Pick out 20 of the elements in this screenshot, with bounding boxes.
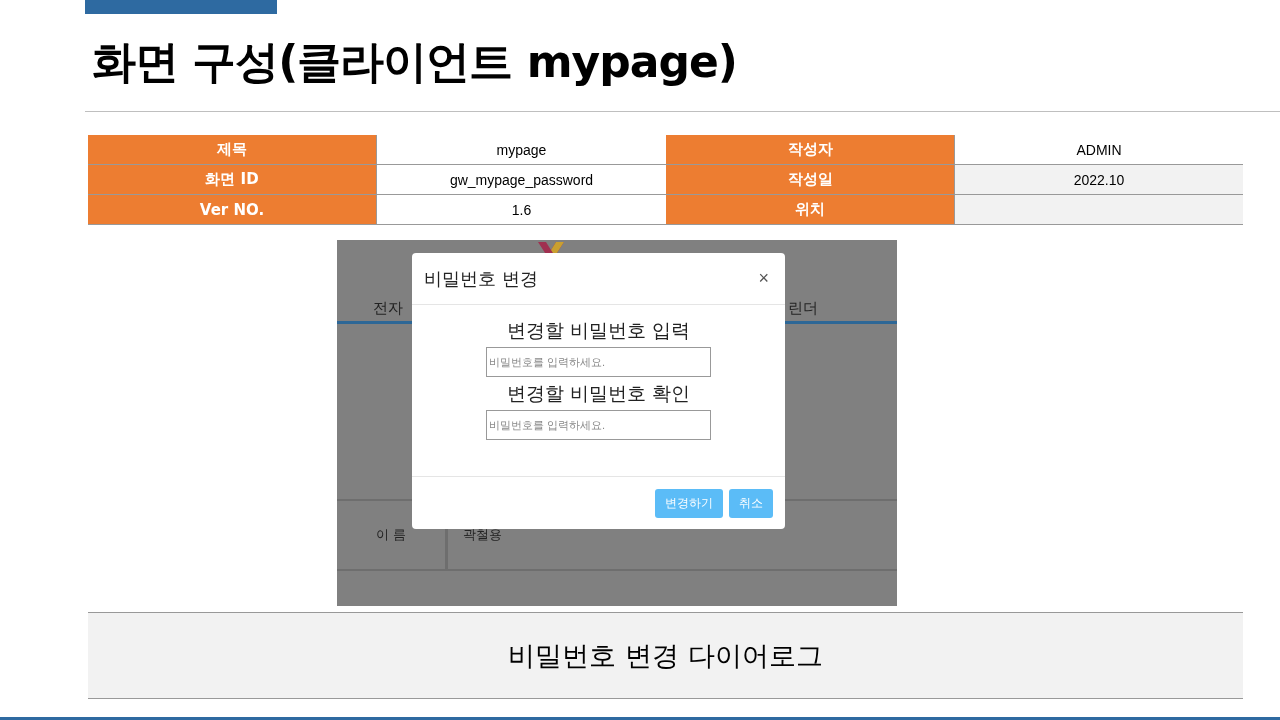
table-header-cell: 작성일 — [666, 165, 955, 194]
nav-tab[interactable]: 린더 — [788, 299, 818, 318]
field-value: 곽철용 — [462, 526, 502, 544]
confirm-button[interactable]: 변경하기 — [655, 488, 723, 518]
nav-tab[interactable]: 전자 — [373, 299, 403, 318]
close-button[interactable]: × — [754, 268, 773, 289]
field-label: 변경할 비밀번호 입력 — [506, 318, 691, 342]
table-header-cell: 위치 — [666, 195, 955, 224]
slide-title: 화면 구성(클라이언트 mypage) — [92, 35, 738, 89]
dialog-title: 비밀번호 변경 — [424, 266, 538, 291]
caption: 비밀번호 변경 다이어로그 — [88, 612, 1243, 699]
table-header-cell: 제목 — [88, 135, 377, 164]
cancel-button[interactable]: 취소 — [729, 488, 773, 518]
table-header-cell: 작성자 — [666, 135, 955, 164]
table-header-cell: Ver NO. — [88, 195, 377, 224]
password-field[interactable]: 비밀번호를 입력하세요. — [486, 410, 711, 440]
table-header-cell: 화면 ID — [88, 165, 377, 194]
field-label: 변경할 비밀번호 확인 — [506, 381, 691, 405]
password-field[interactable]: 비밀번호를 입력하세요. — [486, 347, 711, 377]
table-cell: 2022.10 — [955, 165, 1243, 194]
